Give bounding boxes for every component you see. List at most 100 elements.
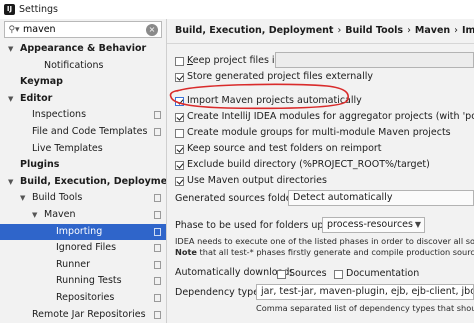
- tree-item-label: Notifications: [44, 59, 104, 71]
- tree-item[interactable]: Ignored Files: [0, 240, 166, 256]
- breadcrumb-separator: ›: [454, 25, 458, 36]
- expand-arrow-icon[interactable]: ▼: [8, 174, 13, 190]
- keep-project-files-option[interactable]: Keep project files in:: [175, 54, 284, 68]
- tree-item-label: Inspections: [32, 109, 87, 121]
- tree-item-label: Build Tools: [32, 192, 83, 204]
- search-icon: ⚲▾: [8, 24, 20, 35]
- breadcrumb-item: Build Tools: [345, 25, 404, 36]
- create-modules-aggregator-checkbox[interactable]: [175, 112, 184, 122]
- phase-note-bold: Note: [175, 247, 197, 257]
- exclude-build-option[interactable]: Exclude build directory (%PROJECT_ROOT%/…: [175, 158, 430, 172]
- project-settings-icon: [154, 244, 161, 253]
- tree-item[interactable]: Repositories: [0, 290, 166, 306]
- tree-item[interactable]: Inspections: [0, 107, 166, 123]
- use-output-label: Use Maven output directories: [187, 175, 327, 186]
- tree-item-label: Importing: [56, 225, 103, 237]
- tree-item[interactable]: Importing: [0, 223, 166, 240]
- project-settings-icon: [154, 294, 161, 302]
- phase-value: process-resources: [327, 219, 413, 230]
- download-docs-checkbox[interactable]: [334, 269, 343, 279]
- import-automatically-option[interactable]: Import Maven projects automatically: [175, 94, 362, 108]
- keep-folders-checkbox[interactable]: [175, 144, 184, 154]
- phase-note-text: that all test-* phases firstly generate …: [196, 247, 474, 257]
- breadcrumb-item: Importing: [461, 25, 474, 36]
- tree-item[interactable]: Running Tests: [0, 273, 166, 289]
- tree-item[interactable]: ▼ Build Tools: [0, 190, 166, 206]
- keep-project-files-label: Keep project files in:: [187, 55, 284, 66]
- create-modules-aggregator-option[interactable]: Create IntelliJ IDEA modules for aggrega…: [175, 110, 474, 124]
- project-settings-icon: [154, 128, 161, 136]
- tree-item[interactable]: ▼ Build, Execution, Deployment: [0, 174, 166, 190]
- tree-item[interactable]: Keymap: [0, 74, 166, 90]
- tree-item[interactable]: File and Code Templates: [0, 124, 166, 140]
- dependency-types-label: Dependency types:: [175, 287, 268, 298]
- tree-item-label: Plugins: [20, 159, 60, 171]
- use-output-checkbox[interactable]: [175, 176, 184, 186]
- tree-item-label: Build, Execution, Deployment: [20, 175, 167, 187]
- expand-arrow-icon[interactable]: ▼: [8, 91, 13, 107]
- tree-item[interactable]: ▼ Editor: [0, 91, 166, 107]
- project-files-path-field[interactable]: [275, 52, 474, 68]
- module-groups-checkbox[interactable]: [175, 128, 184, 138]
- tree-item-label: Remote Jar Repositories: [32, 308, 146, 320]
- tree-item[interactable]: Remote Jar Repositories: [0, 307, 166, 323]
- breadcrumb: Build, Execution, Deployment › Build Tools…: [175, 25, 474, 36]
- phase-note-1: IDEA needs to execute one of the listed …: [175, 236, 474, 246]
- tree-item-label: Repositories: [56, 292, 115, 303]
- generated-sources-dropdown[interactable]: Detect automatically: [288, 190, 474, 206]
- use-output-option[interactable]: Use Maven output directories: [175, 174, 327, 188]
- download-docs-option[interactable]: Documentation: [334, 267, 419, 281]
- auto-download-label: Automatically download:: [175, 267, 293, 278]
- tree-item-label: Running Tests: [56, 275, 122, 287]
- download-sources-option[interactable]: Sources: [277, 267, 327, 281]
- dependency-types-field[interactable]: jar, test-jar, maven-plugin, ejb, ejb-cl…: [256, 284, 474, 300]
- tree-item-label: Runner: [56, 258, 90, 270]
- module-groups-option[interactable]: Create module groups for multi-module Ma…: [175, 126, 451, 140]
- settings-tree-panel: ⚲▾ × ▼ Appearance & Behavior Notifications…: [0, 19, 167, 323]
- breadcrumb-item: Maven: [414, 25, 451, 36]
- phase-dropdown[interactable]: process-resources ▼: [322, 217, 425, 233]
- search-input[interactable]: [23, 24, 143, 35]
- tree-item[interactable]: Runner: [0, 257, 166, 273]
- store-external-option[interactable]: Store generated project files externally: [175, 70, 373, 84]
- download-sources-label: Sources: [289, 268, 327, 279]
- exclude-build-checkbox[interactable]: [175, 160, 184, 170]
- import-automatically-checkbox[interactable]: [175, 96, 184, 106]
- keep-project-files-checkbox[interactable]: [175, 56, 184, 66]
- window-title: Settings: [19, 4, 58, 15]
- tree-item[interactable]: Live Templates: [0, 141, 166, 157]
- project-settings-icon: [154, 111, 161, 120]
- project-settings-icon: [154, 194, 161, 203]
- tree-item[interactable]: Notifications: [0, 58, 166, 74]
- dependency-types-value: jar, test-jar, maven-plugin, ejb, ejb-cl…: [261, 286, 473, 297]
- clear-search-icon[interactable]: ×: [146, 23, 158, 36]
- tree-item-label: Keymap: [20, 76, 63, 88]
- tree-item-label: Live Templates: [32, 142, 103, 154]
- tree-item[interactable]: Plugins: [0, 157, 166, 173]
- import-automatically-label: Import Maven projects automatically: [187, 95, 362, 106]
- expand-arrow-icon[interactable]: ▼: [32, 207, 37, 223]
- title-bar: IJ Settings: [0, 0, 474, 20]
- search-box[interactable]: ⚲▾ ×: [4, 21, 162, 38]
- keep-folders-label: Keep source and test folders on reimport: [187, 143, 382, 154]
- store-external-checkbox[interactable]: [175, 72, 184, 82]
- download-sources-checkbox[interactable]: [277, 269, 286, 279]
- tree-item-label: Ignored Files: [56, 242, 117, 254]
- keep-folders-option[interactable]: Keep source and test folders on reimport: [175, 142, 382, 156]
- project-settings-icon: [154, 211, 161, 219]
- chevron-down-icon: ▼: [414, 220, 421, 229]
- dependency-types-note: Comma separated list of dependency types…: [256, 303, 474, 313]
- tree-item[interactable]: ▼ Maven: [0, 207, 166, 223]
- expand-arrow-icon[interactable]: ▼: [8, 41, 13, 57]
- expand-arrow-icon[interactable]: ▼: [20, 190, 25, 206]
- phase-note-2: Note that all test-* phases firstly gene…: [175, 247, 474, 257]
- create-modules-aggregator-label: Create IntelliJ IDEA modules for aggrega…: [187, 111, 474, 122]
- breadcrumb-separator: ›: [337, 25, 342, 36]
- breadcrumb-separator: ›: [407, 25, 411, 36]
- tree-item[interactable]: ▼ Appearance & Behavior: [0, 41, 166, 57]
- breadcrumb-item: Build, Execution, Deployment: [175, 25, 334, 36]
- module-groups-label: Create module groups for multi-module Ma…: [187, 127, 451, 138]
- project-settings-icon: [154, 260, 161, 269]
- generated-sources-label: Generated sources folders:: [175, 193, 304, 204]
- download-docs-label: Documentation: [346, 268, 420, 279]
